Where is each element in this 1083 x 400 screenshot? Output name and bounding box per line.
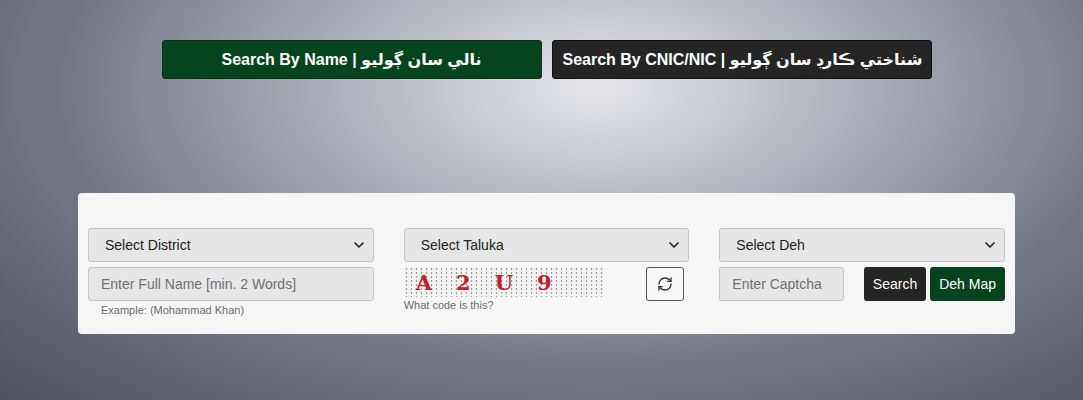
refresh-captcha-button[interactable] <box>646 267 684 301</box>
select-dropdown[interactable]: Select District <box>88 228 374 262</box>
captcha-char: 9 <box>537 270 552 295</box>
name-hint: Example: (Mohammad Khan) <box>101 304 374 316</box>
chevron-down-icon <box>666 237 682 253</box>
captcha-char: 2 <box>456 270 471 295</box>
search-panel: Select District Select Taluka Select Deh Ex… <box>78 193 1015 334</box>
select-dropdown[interactable]: Select Deh <box>719 228 1005 262</box>
captcha-char: A <box>416 270 432 295</box>
search-tab[interactable]: Search By Name | نالي سان ڳوليو <box>162 40 542 79</box>
select-dropdown[interactable]: Select Taluka <box>404 228 690 262</box>
search-button[interactable]: Search <box>864 267 926 301</box>
refresh-icon <box>657 276 673 292</box>
chevron-down-icon <box>982 237 998 253</box>
captcha-caption: What code is this? <box>404 299 604 311</box>
search-tab[interactable]: Search By CNIC/NIC | شناختي ڪارڊ سان ڳول… <box>552 40 932 79</box>
search-tabs: Search By Name | نالي سان ڳوليو Search By… <box>0 40 1083 79</box>
deh-map-button[interactable]: Deh Map <box>930 267 1005 301</box>
captcha-input[interactable] <box>719 267 843 301</box>
captcha-row: A2U9 What code is this? <box>404 267 690 316</box>
captcha-image: A2U9 <box>404 267 604 297</box>
name-input[interactable] <box>88 267 374 301</box>
chevron-down-icon <box>351 237 367 253</box>
captcha-char: U <box>495 270 513 295</box>
page: Search By Name | نالي سان ڳوليو Search By… <box>0 0 1083 400</box>
action-row: SearchDeh Map <box>719 267 1005 316</box>
